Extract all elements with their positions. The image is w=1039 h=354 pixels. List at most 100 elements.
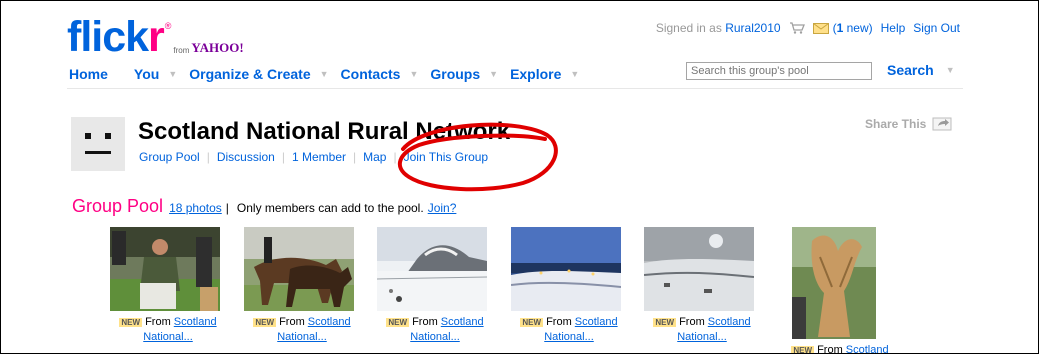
photo-thumbnail: NEW From Scotland National...	[511, 227, 621, 343]
pool-note: Only members can add to the pool.	[236, 201, 424, 215]
photo-owner-link[interactable]: Scotland	[846, 344, 889, 353]
photo-count-link[interactable]: 18 photos	[169, 201, 222, 215]
join-pool-link[interactable]: Join?	[428, 201, 457, 215]
nav-label-organize: Organize & Create	[189, 66, 311, 82]
chevron-down-icon[interactable]: ▼	[946, 65, 955, 75]
logo-from-text: from	[173, 46, 190, 55]
browser-page: flick r ® from YAHOO! Signed in as Rural20…	[0, 0, 1039, 354]
new-badge: NEW	[119, 318, 143, 327]
photo-image[interactable]	[644, 227, 754, 311]
pool-title: Group Pool	[72, 196, 164, 216]
group-pool-header: Group Pool 18 photos | Only members can …	[72, 196, 456, 217]
new-badge: NEW	[520, 318, 544, 327]
caption-from: From	[679, 316, 705, 328]
chevron-down-icon[interactable]: ▼	[409, 69, 418, 79]
group-pool-link[interactable]: Group Pool	[139, 150, 200, 164]
help-link[interactable]: Help	[881, 21, 906, 35]
share-this-label: Share This	[865, 117, 927, 131]
caption-from: From	[817, 344, 843, 354]
photo-owner-link-continued[interactable]: National...	[277, 331, 327, 343]
nav-item-contacts[interactable]: Contacts ▼	[341, 66, 431, 82]
map-link[interactable]: Map	[363, 150, 386, 164]
new-badge: NEW	[386, 318, 410, 327]
nav-divider	[67, 88, 963, 89]
nav-label-explore: Explore	[510, 66, 562, 82]
nav-item-groups[interactable]: Groups ▼	[430, 66, 510, 82]
photo-caption: NEW From Scotland National...	[240, 315, 364, 345]
search-button[interactable]: Search ▼	[887, 62, 955, 78]
chevron-down-icon[interactable]: ▼	[168, 69, 177, 79]
photo-owner-link[interactable]: Scotland	[441, 316, 484, 328]
nav-label-home: Home	[69, 66, 108, 82]
new-mail-count[interactable]: (1 new)	[833, 21, 873, 35]
search-input[interactable]	[686, 62, 872, 80]
mail-count-rest: new)	[843, 21, 873, 35]
photo-thumbnail: NEW From Scotland National...	[110, 227, 220, 343]
nav-label-groups: Groups	[430, 66, 481, 82]
share-this-button[interactable]: Share This	[865, 117, 952, 131]
search-button-label: Search	[887, 62, 934, 78]
discussion-link[interactable]: Discussion	[217, 150, 275, 164]
caption-from: From	[546, 316, 572, 328]
photo-image[interactable]	[792, 227, 876, 339]
pool-separator: |	[225, 201, 229, 215]
nav-item-you[interactable]: You ▼	[134, 66, 189, 82]
sign-out-link[interactable]: Sign Out	[913, 21, 960, 35]
photo-image[interactable]	[511, 227, 621, 311]
photo-owner-link[interactable]: Scotland	[174, 316, 217, 328]
members-link[interactable]: 1 Member	[292, 150, 346, 164]
nav-label-contacts: Contacts	[340, 66, 401, 82]
photo-caption: NEW From Scotland National...	[106, 315, 230, 345]
chevron-down-icon[interactable]: ▼	[489, 69, 498, 79]
nav-item-home[interactable]: Home	[69, 66, 108, 82]
logo-accent-letter: r	[148, 13, 165, 61]
new-badge: NEW	[653, 318, 677, 327]
photo-owner-link[interactable]: Scotland	[575, 316, 618, 328]
photo-owner-link-continued[interactable]: National...	[544, 331, 594, 343]
mail-icon	[812, 22, 829, 34]
caption-from: From	[145, 316, 171, 328]
subnav-divider: |	[206, 150, 210, 164]
flickr-logo[interactable]: flick r ® from YAHOO!	[67, 11, 244, 61]
logo-text: flick	[67, 13, 149, 61]
yahoo-logo-text: YAHOO!	[191, 40, 244, 55]
photo-owner-link[interactable]: Scotland	[308, 316, 351, 328]
photo-owner-link[interactable]: Scotland	[708, 316, 751, 328]
signed-in-prefix: Signed in as	[655, 21, 722, 35]
photo-image[interactable]	[377, 227, 487, 311]
nav-item-explore[interactable]: Explore ▼	[510, 66, 591, 82]
share-arrow-icon	[932, 117, 952, 131]
caption-from: From	[412, 316, 438, 328]
nav-label-you: You	[133, 66, 160, 82]
group-buddy-icon[interactable]	[71, 117, 125, 171]
subnav-divider: |	[281, 150, 285, 164]
photo-owner-link-continued[interactable]: National...	[410, 331, 460, 343]
chevron-down-icon[interactable]: ▼	[320, 69, 329, 79]
photo-image[interactable]	[110, 227, 220, 311]
photo-image[interactable]	[244, 227, 354, 311]
photo-thumbnail: NEW From Scotland National...	[244, 227, 354, 343]
buddy-eye-icon	[85, 133, 91, 139]
red-annotation-circle	[397, 122, 558, 192]
buddy-mouth-icon	[85, 151, 111, 154]
subnav-divider: |	[353, 150, 357, 164]
photo-owner-link-continued[interactable]: National...	[677, 331, 727, 343]
mail-indicator[interactable]: (1 new)	[812, 21, 873, 35]
photo-owner-link-continued[interactable]: National...	[143, 331, 193, 343]
nav-item-organize[interactable]: Organize & Create ▼	[189, 66, 340, 82]
photo-thumbnail: NEW From Scotland National...	[377, 227, 487, 343]
caption-from: From	[279, 316, 305, 328]
photo-thumbnail: NEW From Scotland	[791, 227, 889, 353]
photo-caption: NEW From Scotland	[778, 343, 902, 354]
new-badge: NEW	[791, 346, 815, 354]
photo-caption: NEW From Scotland National...	[640, 315, 764, 345]
buddy-eye-icon	[105, 133, 111, 139]
cart-icon[interactable]	[789, 22, 805, 34]
username-link[interactable]: Rural2010	[725, 21, 780, 35]
photo-caption: NEW From Scotland National...	[507, 315, 631, 345]
new-badge: NEW	[253, 318, 277, 327]
chevron-down-icon[interactable]: ▼	[570, 69, 579, 79]
photo-grid: NEW From Scotland National... NEW From Sco…	[1, 227, 1038, 353]
photo-thumbnail: NEW From Scotland National...	[644, 227, 754, 343]
signed-in-label: Signed in as Rural2010	[656, 21, 781, 35]
